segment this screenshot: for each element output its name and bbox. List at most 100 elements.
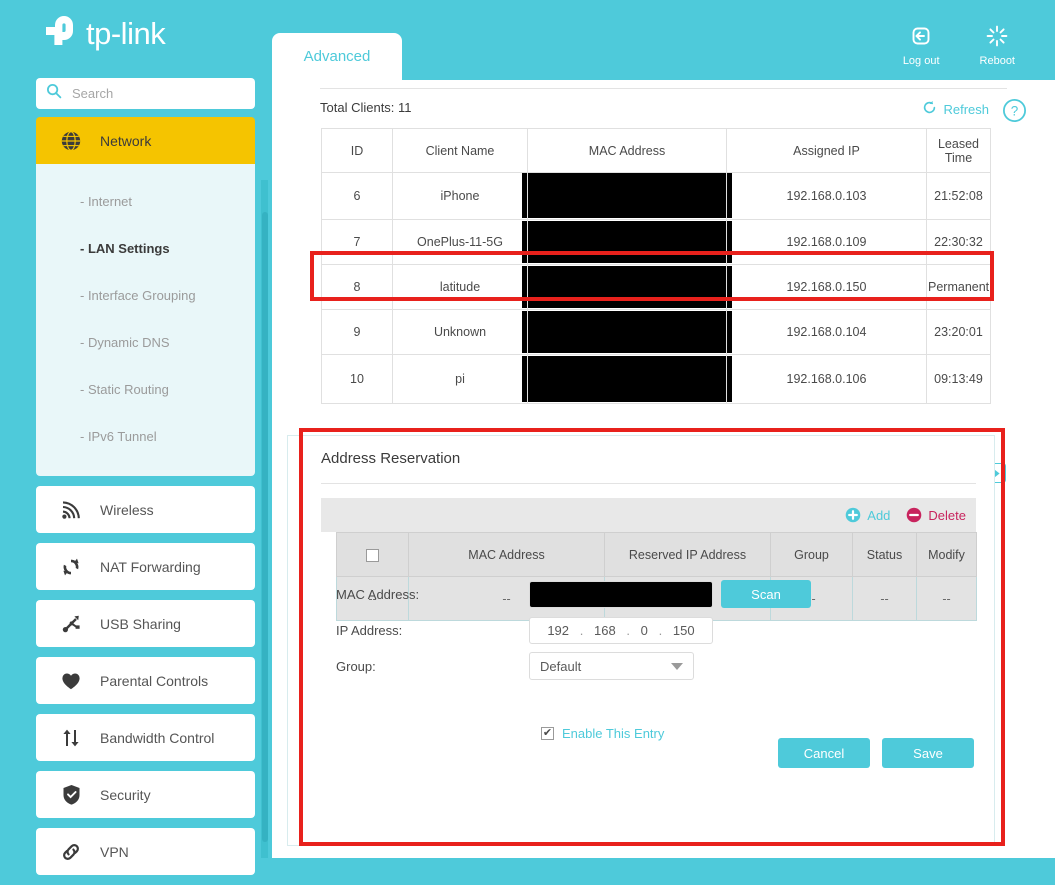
logout-button[interactable]: Log out — [903, 24, 940, 67]
sidebar-item-network-label: Network — [100, 132, 152, 149]
minus-circle-icon — [907, 507, 922, 523]
save-button[interactable]: Save — [882, 738, 974, 768]
updown-arrows-icon — [60, 728, 82, 748]
sidebar-subitem-ipv6-tunnel-label: - IPv6 Tunnel — [80, 429, 157, 444]
ip-address-field[interactable]: 192 . 168 . 0 . 150 — [529, 616, 713, 644]
reboot-label: Reboot — [979, 55, 1015, 67]
sidebar-item-usb-sharing[interactable]: USB Sharing — [36, 600, 255, 647]
table-row: 9 Unknown 192.168.0.104 23:20:01 — [321, 309, 991, 355]
sidebar-nav: Network - Internet - LAN Settings - Inte… — [36, 117, 255, 885]
help-icon: ? — [1002, 98, 1027, 123]
table-row: 8 latitude 192.168.0.150 Permanent — [321, 264, 991, 310]
sidebar-item-vpn[interactable]: VPN — [36, 828, 255, 875]
address-reservation-title: Address Reservation — [321, 450, 461, 467]
delete-button[interactable]: Delete — [906, 507, 966, 523]
sidebar-subitem-lan-settings-label: - LAN Settings — [80, 241, 170, 256]
cell-mac-address — [522, 309, 732, 355]
add-button[interactable]: Add — [845, 507, 890, 523]
column-header-select-all[interactable] — [336, 532, 409, 577]
ip-octet-2[interactable]: 168 — [594, 623, 616, 638]
tab-advanced-label: Advanced — [303, 48, 371, 65]
group-label: Group: — [336, 658, 376, 674]
column-header-assigned-ip: Assigned IP — [726, 128, 927, 173]
search-box[interactable] — [36, 78, 255, 109]
sidebar-subitem-interface-grouping[interactable]: - Interface Grouping — [36, 272, 255, 319]
ip-octet-4[interactable]: 150 — [673, 623, 695, 638]
sidebar-subitem-dynamic-dns[interactable]: - Dynamic DNS — [36, 319, 255, 366]
group-select[interactable]: Default — [529, 652, 694, 680]
scan-button[interactable]: Scan — [721, 580, 811, 608]
sidebar-subitem-static-routing-label: - Static Routing — [80, 382, 169, 397]
ip-octet-1[interactable]: 192 — [547, 623, 569, 638]
mac-address-field[interactable] — [529, 580, 713, 608]
table-row: 6 iPhone 192.168.0.103 21:52:08 — [321, 172, 991, 220]
refresh-icon — [922, 100, 937, 118]
reboot-button[interactable]: Reboot — [980, 24, 1015, 67]
mac-redaction-box — [522, 266, 732, 308]
cell-leased-time: 22:30:32 — [926, 219, 991, 265]
panel-divider — [320, 88, 1007, 89]
sidebar-item-bandwidth-control[interactable]: Bandwidth Control — [36, 714, 255, 761]
sidebar-item-network[interactable]: Network — [36, 117, 255, 164]
network-submenu: - Internet - LAN Settings - Interface Gr… — [36, 164, 255, 476]
address-reservation-divider — [321, 483, 976, 484]
main-panel: Total Clients: 11 Refresh ? ID Client Na… — [272, 80, 1055, 858]
enable-entry-row[interactable]: ✔ Enable This Entry — [541, 726, 664, 741]
tp-link-wordmark: tp-link — [86, 16, 166, 51]
sidebar-item-parental-controls[interactable]: Parental Controls — [36, 657, 255, 704]
column-header-id: ID — [321, 128, 393, 173]
refresh-button[interactable]: Refresh — [922, 100, 989, 118]
column-header-mac-address: MAC Address — [408, 532, 605, 577]
table-header-row: MAC Address Reserved IP Address Group St… — [336, 532, 977, 577]
cancel-button[interactable]: Cancel — [778, 738, 870, 768]
sidebar-subitem-ipv6-tunnel[interactable]: - IPv6 Tunnel — [36, 413, 255, 460]
reservation-form: MAC Address: Scan IP Address: 192 . 168 … — [336, 576, 976, 684]
sidebar: tp-link Network — [0, 0, 270, 875]
chevron-down-icon — [671, 662, 683, 670]
select-all-checkbox[interactable] — [366, 548, 379, 562]
sidebar-item-wireless-label: Wireless — [100, 501, 154, 518]
cell-assigned-ip: 192.168.0.150 — [726, 264, 927, 310]
total-clients-label: Total Clients: 11 — [320, 100, 412, 115]
enable-entry-checkbox[interactable]: ✔ — [541, 727, 554, 740]
sidebar-scrollbar-thumb[interactable] — [262, 212, 268, 842]
cell-client-name: iPhone — [392, 172, 528, 220]
ip-separator: . — [626, 622, 630, 638]
sidebar-item-security[interactable]: Security — [36, 771, 255, 818]
sidebar-subitem-interface-grouping-label: - Interface Grouping — [80, 288, 196, 303]
cell-assigned-ip: 192.168.0.106 — [726, 354, 927, 404]
globe-icon — [60, 130, 82, 152]
enable-entry-label: Enable This Entry — [562, 726, 665, 741]
cell-mac-address — [522, 264, 732, 310]
help-button[interactable]: ? — [1002, 98, 1027, 128]
sidebar-item-vpn-label: VPN — [100, 843, 129, 860]
form-buttons: Cancel Save — [778, 738, 974, 768]
cell-client-name: latitude — [392, 264, 528, 310]
sidebar-item-usb-sharing-label: USB Sharing — [100, 615, 181, 632]
sidebar-item-wireless[interactable]: Wireless — [36, 486, 255, 533]
cell-mac-address — [522, 354, 732, 404]
logout-icon — [909, 24, 933, 51]
sidebar-subitem-internet[interactable]: - Internet — [36, 178, 255, 225]
cell-client-name: pi — [392, 354, 528, 404]
cell-id: 6 — [321, 172, 393, 220]
column-header-reserved-ip: Reserved IP Address — [604, 532, 771, 577]
mac-redaction-box — [522, 356, 732, 402]
ip-address-row: IP Address: 192 . 168 . 0 . 150 — [336, 612, 976, 648]
wireless-icon — [60, 500, 82, 520]
column-header-modify: Modify — [916, 532, 977, 577]
cell-leased-time: 09:13:49 — [926, 354, 991, 404]
table-row: 10 pi 192.168.0.106 09:13:49 — [321, 354, 991, 404]
ip-octet-3[interactable]: 0 — [641, 623, 648, 638]
search-input[interactable] — [70, 85, 235, 102]
address-reservation-toolbar: Add Delete — [321, 498, 976, 532]
svg-text:?: ? — [1011, 104, 1019, 119]
sidebar-subitem-static-routing[interactable]: - Static Routing — [36, 366, 255, 413]
sidebar-item-security-label: Security — [100, 786, 151, 803]
sidebar-subitem-lan-settings[interactable]: - LAN Settings — [36, 225, 255, 272]
sidebar-item-nat-forwarding[interactable]: NAT Forwarding — [36, 543, 255, 590]
tab-advanced[interactable]: Advanced — [272, 33, 402, 80]
cell-assigned-ip: 192.168.0.104 — [726, 309, 927, 355]
cell-client-name: OnePlus-11-5G — [392, 219, 528, 265]
column-header-leased-time: Leased Time — [926, 128, 991, 173]
